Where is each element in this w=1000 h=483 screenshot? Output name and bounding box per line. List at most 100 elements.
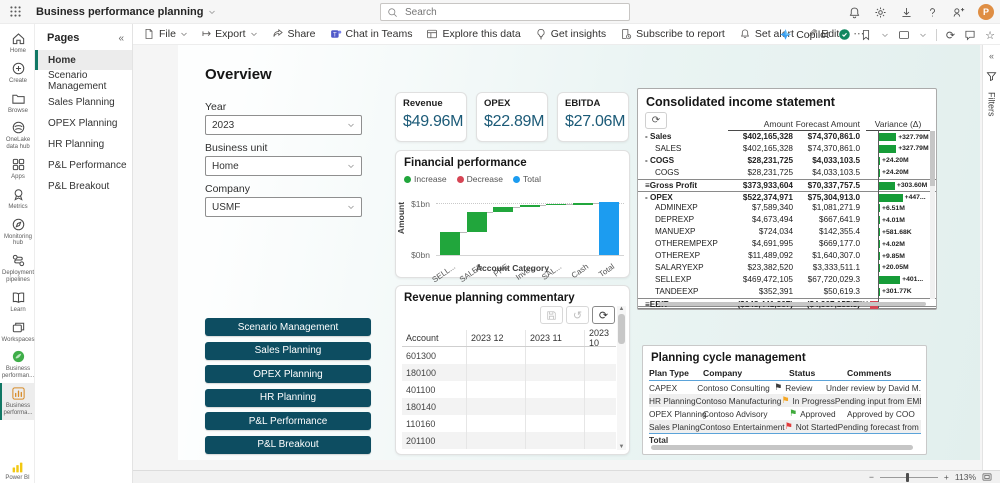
global-search[interactable] — [380, 3, 630, 21]
comment-cell[interactable] — [525, 415, 584, 432]
zoom-slider[interactable] — [879, 472, 938, 482]
app-badge-icon[interactable] — [838, 28, 851, 41]
rail-item-apps[interactable]: Apps — [0, 154, 34, 184]
row-label[interactable]: ≡Gross Profit — [645, 181, 697, 190]
variance-label: +24.20M — [882, 169, 909, 177]
row-label[interactable]: - COGS — [645, 156, 674, 165]
toolbar-file-button[interactable]: File — [143, 28, 188, 40]
chevron-down-icon[interactable] — [881, 31, 889, 39]
rail-item-create[interactable]: Create — [0, 58, 34, 88]
horizontal-scrollbar[interactable] — [651, 445, 913, 450]
refresh-icon[interactable]: ⟳ — [946, 26, 955, 44]
comment-cell[interactable] — [525, 398, 584, 415]
share-contact-icon[interactable] — [952, 6, 965, 19]
collapse-pages-icon[interactable]: « — [118, 33, 124, 44]
slicer-dropdown-company[interactable]: USMF — [205, 197, 362, 217]
view-icon[interactable] — [898, 29, 910, 41]
rail-item-learn[interactable]: Learn — [0, 287, 34, 317]
page-item-scenario-management[interactable]: Scenario Management — [35, 70, 132, 92]
toolbar-explore-this-data-button[interactable]: Explore this data — [426, 28, 521, 40]
scrollbar-thumb[interactable] — [930, 131, 935, 186]
copilot-button[interactable]: Copilot — [779, 28, 829, 41]
scroll-down-icon[interactable]: ▼ — [619, 444, 625, 450]
rail-item-monitoring-hub[interactable]: Monitoring hub — [0, 214, 34, 251]
comment-cell[interactable] — [584, 347, 616, 364]
waffle-menu-icon[interactable] — [0, 5, 30, 18]
expand-filters-icon[interactable]: « — [989, 51, 994, 61]
help-icon[interactable] — [926, 6, 939, 19]
comment-icon[interactable] — [964, 29, 976, 41]
zoom-in-icon[interactable]: + — [944, 472, 949, 482]
settings-icon[interactable] — [874, 6, 887, 19]
rail-item-onelake-data-hub[interactable]: OneLake data hub — [0, 117, 34, 154]
page-item-p-l-performance[interactable]: P&L Performance — [35, 155, 132, 175]
toolbar-subscribe-to-report-button[interactable]: Subscribe to report — [620, 28, 725, 40]
nav-button-hr-planning[interactable]: HR Planning — [205, 388, 371, 407]
status-text: In Progress — [792, 395, 835, 406]
filter-funnel-icon[interactable] — [986, 71, 997, 82]
toolbar-share-button[interactable]: Share — [272, 28, 316, 40]
app-title[interactable]: Business performance planning — [36, 6, 216, 18]
nav-button-opex-planning[interactable]: OPEX Planning — [205, 365, 371, 383]
rail-item-home[interactable]: Home — [0, 28, 34, 58]
comment-cell[interactable] — [466, 432, 525, 449]
avatar[interactable]: P — [978, 4, 994, 20]
comment-cell[interactable] — [466, 398, 525, 415]
comment-cell[interactable] — [466, 415, 525, 432]
page-item-home[interactable]: Home — [35, 50, 132, 70]
comment-cell[interactable] — [584, 415, 616, 432]
refresh-button[interactable]: ⟳ — [645, 112, 667, 129]
row-label[interactable]: - OPEX — [645, 193, 673, 202]
nav-button-scenario-management[interactable]: Scenario Management — [205, 318, 371, 336]
toolbar-export-button[interactable]: ↦ Export — [202, 28, 258, 40]
comment-cell[interactable] — [584, 381, 616, 398]
comment-cell[interactable] — [525, 381, 584, 398]
slicer-dropdown-business-unit[interactable]: Home — [205, 156, 362, 176]
scroll-up-icon[interactable]: ▲ — [619, 306, 625, 312]
comment-cell[interactable] — [584, 398, 616, 415]
rail-item-business-performa-[interactable]: Business performa... — [0, 382, 34, 420]
bookmark-icon[interactable] — [860, 29, 872, 41]
fit-to-page-icon[interactable] — [982, 472, 992, 482]
rail-item-business-performan-[interactable]: Business performan... — [0, 346, 34, 383]
vertical-scrollbar[interactable] — [930, 131, 935, 299]
scrollbar-thumb[interactable] — [618, 314, 625, 344]
workspace-green-icon — [11, 349, 26, 364]
toolbar-chat-in-teams-button[interactable]: T Chat in Teams — [330, 28, 412, 40]
page-item-p-l-breakout[interactable]: P&L Breakout — [35, 176, 132, 196]
nav-button-p-l-performance[interactable]: P&L Performance — [205, 412, 371, 430]
refresh-button[interactable]: ⟳ — [592, 306, 615, 324]
search-input[interactable] — [403, 5, 603, 19]
toolbar-get-insights-button[interactable]: Get insights — [535, 28, 606, 40]
comment-cell[interactable] — [466, 381, 525, 398]
comment-cell[interactable] — [525, 432, 584, 449]
page-item-opex-planning[interactable]: OPEX Planning — [35, 113, 132, 133]
save-button[interactable] — [540, 306, 563, 324]
slicer-dropdown-year[interactable]: 2023 — [205, 115, 362, 135]
rail-item-deployment-pipelines[interactable]: Deployment pipelines — [0, 250, 34, 287]
notifications-icon[interactable] — [848, 6, 861, 19]
download-icon[interactable] — [900, 6, 913, 19]
zoom-slider-thumb[interactable] — [905, 472, 909, 482]
comment-cell[interactable] — [525, 364, 584, 381]
nav-button-p-l-breakout[interactable]: P&L Breakout — [205, 435, 371, 454]
comment-cell[interactable] — [584, 432, 616, 449]
zoom-out-icon[interactable]: − — [869, 472, 874, 482]
nav-button-sales-planning[interactable]: Sales Planning — [205, 341, 371, 360]
comment-cell[interactable] — [466, 347, 525, 364]
favorite-star-icon[interactable]: ☆ — [985, 26, 995, 44]
page-item-hr-planning[interactable]: HR Planning — [35, 134, 132, 154]
row-label[interactable]: - Sales — [645, 132, 671, 141]
rail-item-metrics[interactable]: Metrics — [0, 184, 34, 214]
rail-item-browse[interactable]: Browse — [0, 88, 34, 118]
undo-button[interactable]: ↺ — [566, 306, 589, 324]
vertical-scrollbar[interactable]: ▲ ▼ — [617, 306, 626, 450]
rail-item-workspaces[interactable]: Workspaces — [0, 317, 34, 347]
toolbar-left: File ↦ Export Share T Chat in Teams Explore th… — [133, 28, 865, 40]
comment-cell[interactable] — [525, 347, 584, 364]
comment-cell[interactable] — [466, 364, 525, 381]
page-item-sales-planning[interactable]: Sales Planning — [35, 92, 132, 112]
chevron-down-icon[interactable] — [919, 31, 927, 39]
horizontal-scrollbar[interactable] — [658, 302, 926, 306]
comment-cell[interactable] — [584, 364, 616, 381]
